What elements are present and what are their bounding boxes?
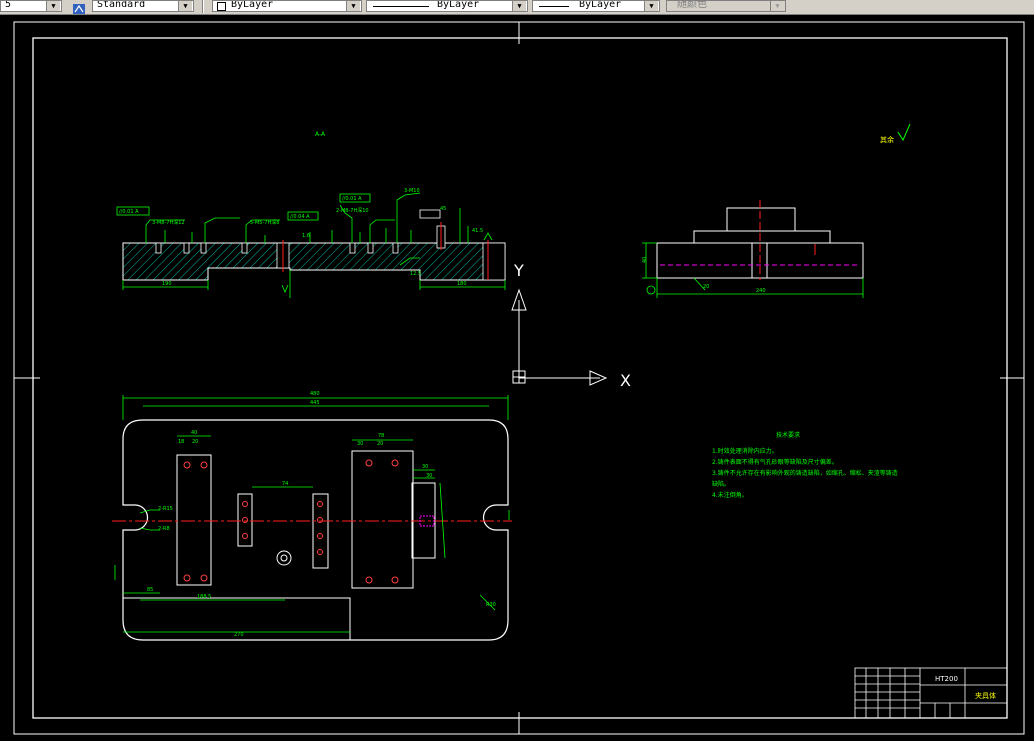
chevron-down-icon[interactable]: ▼: [46, 1, 60, 11]
plan-dim-center-off-1: 30: [357, 441, 363, 447]
title-part-name: 夹具体: [975, 691, 996, 700]
title-block: HT200 夹具体: [854, 667, 1008, 719]
lineweight-preview-icon: [539, 6, 569, 7]
properties-toolbar: 5 ▼ Standard ▼ ByLayer ▼ ByLayer ▼ ByLay…: [0, 0, 1034, 15]
chevron-down-icon[interactable]: ▼: [644, 1, 658, 11]
section-dim-left: 190: [162, 281, 172, 287]
dim-scale-combo[interactable]: 5 ▼: [0, 0, 62, 12]
plan-dim-mid: 188.5: [197, 594, 211, 600]
section-callout-9: 1.6: [302, 233, 310, 239]
text-style-combo[interactable]: Standard ▼: [92, 0, 194, 12]
notes-line-2: 2.铸件表面不得有气孔砂眼等缺陷及尺寸偏差。: [712, 458, 838, 466]
plan-dim-block: 40: [191, 430, 197, 436]
ucs-x-label: X: [620, 371, 631, 390]
plan-dim-center-off-2: 20: [377, 441, 383, 447]
notes-line-1: 1.时效处理消除内应力。: [712, 447, 778, 455]
chevron-down-icon[interactable]: ▼: [512, 1, 526, 11]
lineweight-combo[interactable]: ByLayer ▼: [532, 0, 660, 12]
roughness-symbol: 其余: [880, 123, 911, 144]
plan-dim-center: 78: [378, 433, 384, 439]
title-material: HT200: [935, 675, 958, 683]
technical-notes: 技术要求 1.时效处理消除内应力。 2.铸件表面不得有气孔砂眼等缺陷及尺寸偏差。…: [712, 431, 898, 499]
ucs-y-label: Y: [513, 261, 524, 280]
chevron-down-icon[interactable]: ▼: [178, 1, 192, 11]
section-callout-5: 5-M5-7H深8: [250, 219, 279, 226]
side-dim-small: 20: [703, 284, 709, 290]
toolbar-separator: [202, 0, 204, 13]
linetype-combo[interactable]: ByLayer ▼: [366, 0, 528, 12]
roughness-note: 其余: [880, 135, 894, 144]
section-callout-6: 2-M8-7H深10: [336, 207, 369, 214]
text-style-value: Standard: [97, 0, 146, 10]
plot-style-combo[interactable]: 随颜色 ▼: [666, 0, 786, 12]
drawing-canvas[interactable]: 190 180 //0.01 A //0.04 A //0.01 A 3-M8-…: [0, 15, 1034, 737]
side-dim-height: 40: [642, 257, 648, 263]
notes-line-3: 3.铸件不允许存在有影响外观的铸造缺陷，如缩孔、缩松、夹渣等铸造: [712, 469, 898, 477]
linetype-value: ByLayer: [437, 0, 480, 10]
notes-line-4: 缺陷。: [712, 480, 730, 488]
plan-dim-bottom: 270: [234, 632, 244, 638]
plan-dim-left: 85: [147, 587, 153, 593]
plan-slot-label-1: 2-R15: [158, 506, 173, 512]
section-callout-1: //0.01 A: [119, 209, 139, 215]
section-callout-7: 3-M10: [404, 188, 420, 194]
plan-dim-block-off-2: 20: [192, 439, 198, 445]
section-callout-8: 45: [440, 206, 446, 212]
chevron-down-icon[interactable]: ▼: [770, 1, 784, 11]
plan-view[interactable]: 480 445 270 85 188.5 R30 40 18 20 78 30 …: [112, 391, 512, 641]
section-callout-11: 41.5: [472, 228, 483, 234]
dim-scale-value: 5: [5, 0, 12, 10]
layer-value: ByLayer: [231, 0, 274, 10]
chevron-down-icon[interactable]: ▼: [346, 1, 360, 11]
ucs-axis-icon: Y X: [511, 261, 631, 390]
section-view[interactable]: 190 180 //0.01 A //0.04 A //0.01 A 3-M8-…: [116, 131, 506, 298]
text-style-icon[interactable]: [72, 0, 86, 14]
section-callout-3: //0.01 A: [342, 196, 362, 202]
section-callout-4: 3-M8-7H深12: [152, 219, 185, 226]
plan-dim-right-2: 30: [426, 473, 432, 479]
color-swatch-icon: [217, 2, 226, 11]
notes-line-5: 4.未注倒角。: [712, 491, 748, 499]
plot-style-value: 随颜色: [677, 0, 707, 10]
side-view[interactable]: 240 40 20: [642, 200, 864, 298]
notes-title: 技术要求: [776, 431, 800, 439]
side-dim-width: 240: [756, 288, 766, 294]
plan-dim-overall: 480: [310, 391, 320, 397]
plan-dim-inner: 445: [310, 400, 320, 406]
section-callout-10: 12.5: [410, 271, 421, 277]
section-dim-right: 180: [457, 281, 467, 287]
section-label: A-A: [315, 131, 326, 138]
lineweight-value: ByLayer: [579, 0, 622, 10]
plan-dim-radius: R30: [486, 602, 496, 608]
plan-slot-label-2: 2-R8: [158, 526, 170, 532]
section-callout-2: //0.04 A: [290, 214, 310, 220]
plan-dim-pocket: 74: [282, 481, 288, 487]
plan-dim-block-off-1: 18: [178, 439, 184, 445]
linetype-preview-icon: [373, 6, 429, 7]
layer-combo[interactable]: ByLayer ▼: [212, 0, 362, 12]
plan-dim-right-1: 30: [422, 464, 428, 470]
